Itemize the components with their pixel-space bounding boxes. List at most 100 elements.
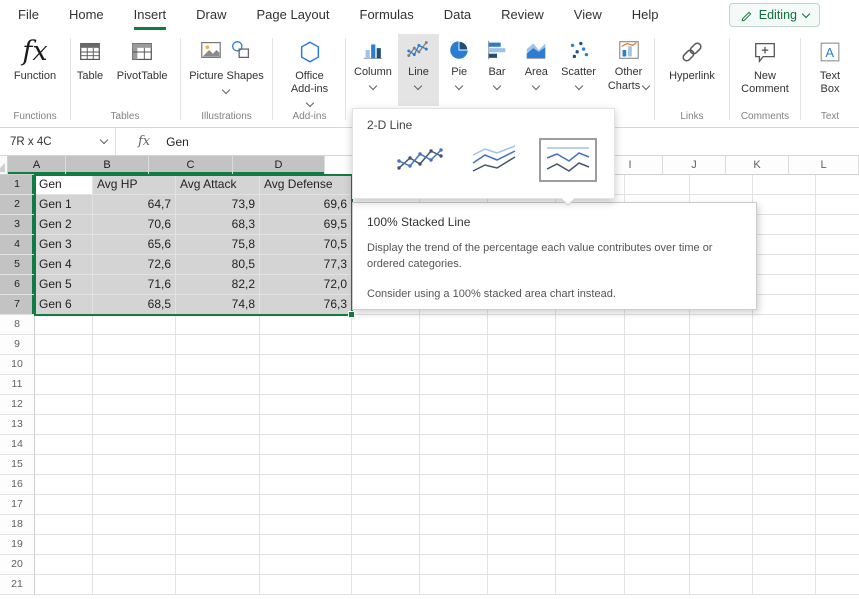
cell-J18[interactable]	[690, 515, 753, 535]
text-box-button[interactable]: A Text Box	[813, 34, 847, 106]
cell-G13[interactable]	[488, 415, 556, 435]
cell-H10[interactable]	[556, 355, 625, 375]
cell-A10[interactable]	[35, 355, 93, 375]
cell-A1[interactable]: Gen	[35, 175, 93, 195]
cell-K2[interactable]	[753, 195, 816, 215]
cell-L16[interactable]	[816, 475, 859, 495]
row-header-11[interactable]: 11	[0, 375, 35, 395]
cell-D13[interactable]	[260, 415, 352, 435]
cell-B2[interactable]: 64,7	[93, 195, 176, 215]
cell-C14[interactable]	[176, 435, 260, 455]
cell-G14[interactable]	[488, 435, 556, 455]
column-header-k[interactable]: K	[726, 156, 789, 175]
row-header-14[interactable]: 14	[0, 435, 35, 455]
cell-A18[interactable]	[35, 515, 93, 535]
cell-E14[interactable]	[352, 435, 420, 455]
cell-F17[interactable]	[420, 495, 488, 515]
cell-L19[interactable]	[816, 535, 859, 555]
cell-E13[interactable]	[352, 415, 420, 435]
cell-I11[interactable]	[625, 375, 690, 395]
cell-A3[interactable]: Gen 2	[35, 215, 93, 235]
column-chart-button[interactable]: Column	[352, 34, 394, 106]
cell-E18[interactable]	[352, 515, 420, 535]
cell-E10[interactable]	[352, 355, 420, 375]
cell-E8[interactable]	[352, 315, 420, 335]
menu-tab-home[interactable]: Home	[69, 0, 104, 30]
cell-C3[interactable]: 68,3	[176, 215, 260, 235]
cell-A20[interactable]	[35, 555, 93, 575]
cell-C7[interactable]: 74,8	[176, 295, 260, 315]
formula-bar-input[interactable]: Gen	[166, 135, 189, 149]
cell-J15[interactable]	[690, 455, 753, 475]
cell-H17[interactable]	[556, 495, 625, 515]
cell-I18[interactable]	[625, 515, 690, 535]
cell-C8[interactable]	[176, 315, 260, 335]
cell-B11[interactable]	[93, 375, 176, 395]
cell-D7[interactable]: 76,3	[260, 295, 352, 315]
cell-A7[interactable]: Gen 6	[35, 295, 93, 315]
cell-B19[interactable]	[93, 535, 176, 555]
cell-H13[interactable]	[556, 415, 625, 435]
cell-L18[interactable]	[816, 515, 859, 535]
cell-D6[interactable]: 72,0	[260, 275, 352, 295]
editing-mode-button[interactable]: Editing	[729, 3, 820, 27]
cell-D11[interactable]	[260, 375, 352, 395]
cell-J19[interactable]	[690, 535, 753, 555]
cell-L10[interactable]	[816, 355, 859, 375]
cell-J14[interactable]	[690, 435, 753, 455]
pivottable-button[interactable]: PivotTable	[109, 34, 175, 106]
row-header-16[interactable]: 16	[0, 475, 35, 495]
cell-K4[interactable]	[753, 235, 816, 255]
cell-L3[interactable]	[816, 215, 859, 235]
cell-G18[interactable]	[488, 515, 556, 535]
cell-L1[interactable]	[816, 175, 859, 195]
column-header-a[interactable]: A	[8, 156, 66, 175]
row-header-18[interactable]: 18	[0, 515, 35, 535]
cell-D4[interactable]: 70,5	[260, 235, 352, 255]
cell-A14[interactable]	[35, 435, 93, 455]
cell-A11[interactable]	[35, 375, 93, 395]
cell-B3[interactable]: 70,6	[93, 215, 176, 235]
cell-B7[interactable]: 68,5	[93, 295, 176, 315]
cell-F19[interactable]	[420, 535, 488, 555]
cell-B13[interactable]	[93, 415, 176, 435]
select-all-corner[interactable]	[0, 156, 8, 175]
cell-H16[interactable]	[556, 475, 625, 495]
cell-I9[interactable]	[625, 335, 690, 355]
cell-J16[interactable]	[690, 475, 753, 495]
row-header-9[interactable]: 9	[0, 335, 35, 355]
cell-K18[interactable]	[753, 515, 816, 535]
row-header-15[interactable]: 15	[0, 455, 35, 475]
cell-H15[interactable]	[556, 455, 625, 475]
cell-E12[interactable]	[352, 395, 420, 415]
cell-D10[interactable]	[260, 355, 352, 375]
cell-D17[interactable]	[260, 495, 352, 515]
cell-F9[interactable]	[420, 335, 488, 355]
column-header-d[interactable]: D	[233, 156, 325, 175]
menu-tab-page-layout[interactable]: Page Layout	[257, 0, 330, 30]
cell-F11[interactable]	[420, 375, 488, 395]
cell-E15[interactable]	[352, 455, 420, 475]
cell-L15[interactable]	[816, 455, 859, 475]
cell-L13[interactable]	[816, 415, 859, 435]
cell-F20[interactable]	[420, 555, 488, 575]
cell-E21[interactable]	[352, 575, 420, 595]
cell-I13[interactable]	[625, 415, 690, 435]
cell-B18[interactable]	[93, 515, 176, 535]
cell-G20[interactable]	[488, 555, 556, 575]
cell-J17[interactable]	[690, 495, 753, 515]
cell-D20[interactable]	[260, 555, 352, 575]
cell-G15[interactable]	[488, 455, 556, 475]
row-header-19[interactable]: 19	[0, 535, 35, 555]
cell-K5[interactable]	[753, 255, 816, 275]
cell-D21[interactable]	[260, 575, 352, 595]
cell-L4[interactable]	[816, 235, 859, 255]
row-header-2[interactable]: 2	[0, 195, 35, 215]
cell-C17[interactable]	[176, 495, 260, 515]
cell-C10[interactable]	[176, 355, 260, 375]
pie-chart-button[interactable]: Pie	[443, 34, 475, 106]
cell-E11[interactable]	[352, 375, 420, 395]
cell-J1[interactable]	[690, 175, 753, 195]
cell-A2[interactable]: Gen 1	[35, 195, 93, 215]
column-header-c[interactable]: C	[149, 156, 233, 175]
